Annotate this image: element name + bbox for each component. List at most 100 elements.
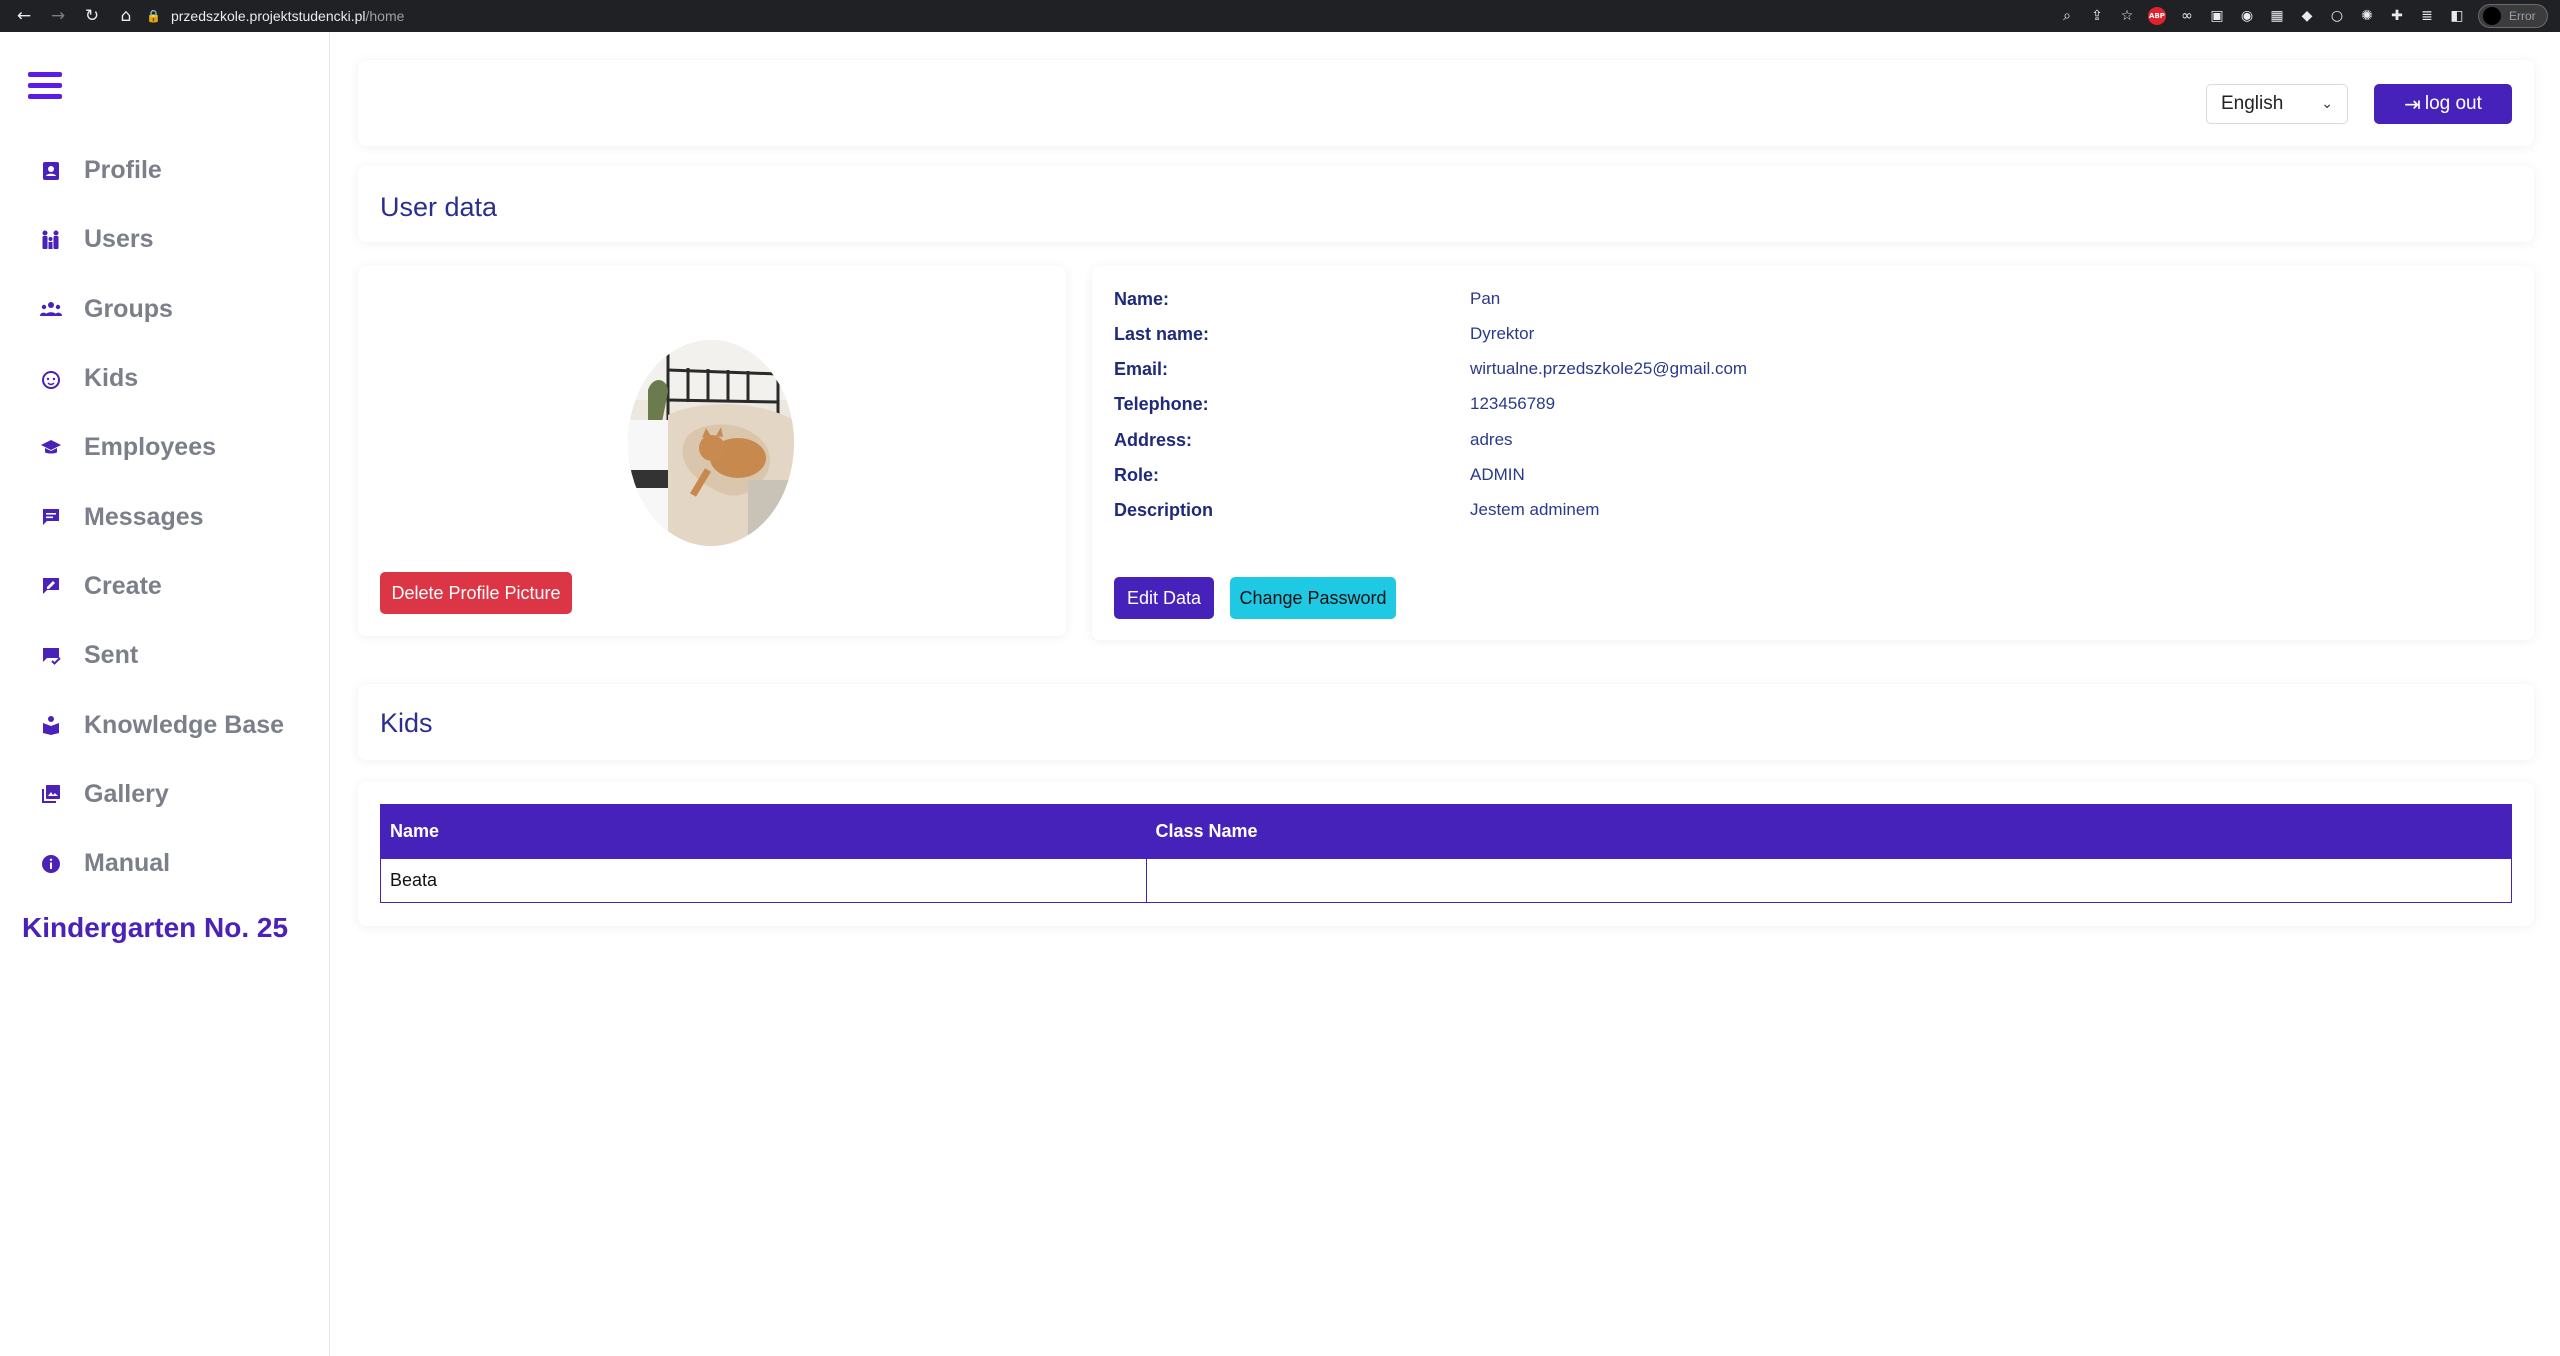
sidebar-item-create[interactable]: Create [0, 552, 330, 621]
info-icon [40, 853, 62, 875]
language-value: English [2221, 93, 2284, 114]
home-icon[interactable]: ⌂ [112, 6, 140, 26]
edit-data-button[interactable]: Edit Data [1114, 577, 1214, 619]
kids-header: Kids [358, 684, 2534, 760]
sidebar-item-label: Knowledge Base [84, 710, 285, 739]
kids-table: Name Class Name Beata [380, 804, 2512, 903]
field-label: Role: [1114, 464, 1159, 485]
sidebar-menu: Profile Users Groups Kids Employees Mess… [0, 136, 330, 898]
table-row[interactable]: Beata [380, 858, 2512, 903]
kids-icon [40, 368, 62, 390]
logout-label: log out [2424, 93, 2482, 114]
user-info-card: Name: Pan Last name: Dyrektor Email: wir… [1092, 266, 2534, 640]
info-row-description: Description Jestem adminem [1114, 495, 1599, 525]
sidebar-item-manual[interactable]: Manual [0, 829, 330, 898]
sidebar-item-users[interactable]: Users [0, 205, 330, 274]
profile-icon [40, 160, 62, 182]
users-icon [40, 229, 62, 251]
sidebar-item-gallery[interactable]: Gallery [0, 760, 330, 829]
profile-status-label: Error [2509, 9, 2536, 23]
sent-icon [40, 645, 62, 667]
hamburger-menu-icon[interactable] [28, 72, 62, 100]
sidebar-item-messages[interactable]: Messages [0, 482, 330, 551]
profile-picture-card: Delete Profile Picture [358, 266, 1066, 636]
extension-react-icon[interactable]: ✺ [2358, 7, 2376, 25]
info-row-email: Email: wirtualne.przedszkole25@gmail.com [1114, 354, 1747, 384]
sidebar-item-label: Sent [84, 641, 139, 670]
extension-grid-icon[interactable]: ▦ [2268, 7, 2286, 25]
extension-counter-icon[interactable]: ▣ [2208, 7, 2226, 25]
groups-icon [40, 298, 62, 320]
field-value: Pan [1470, 289, 1501, 308]
page-title: User data [380, 192, 498, 222]
sidebar-item-employees[interactable]: Employees [0, 413, 330, 482]
avatar [2483, 7, 2501, 25]
extension-circle-icon[interactable]: ◉ [2238, 7, 2256, 25]
profile-picture [628, 340, 794, 546]
extension-glasses-icon[interactable]: ∞ [2178, 7, 2196, 25]
gallery-icon [40, 783, 62, 805]
sidebar-item-label: Profile [84, 156, 162, 185]
extension-ring-icon[interactable]: ○ [2328, 7, 2346, 25]
logout-icon: ⇥ [2404, 92, 2421, 116]
bookmark-star-icon[interactable]: ☆ [2118, 7, 2136, 25]
column-header-name: Name [380, 804, 1147, 859]
sidebar-item-sent[interactable]: Sent [0, 621, 330, 690]
sidebar-item-knowledge-base[interactable]: Knowledge Base [0, 690, 330, 759]
sidebar-item-label: Gallery [84, 779, 169, 808]
url-path: /home [365, 8, 405, 24]
zoom-icon[interactable]: ⌕ [2058, 7, 2076, 25]
kids-table-card: Name Class Name Beata [358, 782, 2534, 926]
address-bar[interactable]: 🔒 przedszkole.projektstudencki.pl/home [146, 4, 2026, 28]
knowledge-base-icon [40, 714, 62, 736]
brand-name: Kindergarten No. 25 [22, 912, 289, 943]
field-value: ADMIN [1470, 465, 1525, 484]
sidebar: Profile Users Groups Kids Employees Mess… [0, 32, 330, 1356]
employees-icon [40, 437, 62, 459]
delete-profile-picture-button[interactable]: Delete Profile Picture [380, 572, 572, 614]
sidebar-item-label: Create [84, 571, 162, 600]
profile-error-chip[interactable]: Error [2478, 4, 2548, 28]
info-row-telephone: Telephone: 123456789 [1114, 389, 1555, 419]
info-row-role: Role: ADMIN [1114, 460, 1525, 490]
field-label: Last name: [1114, 323, 1210, 344]
field-value: Jestem adminem [1470, 500, 1600, 519]
sidebar-item-label: Users [84, 225, 154, 254]
chevron-down-icon: ⌄ [2321, 96, 2333, 112]
table-cell-class-name [1146, 858, 2512, 903]
field-label: Description [1114, 499, 1214, 520]
info-row-name: Name: Pan [1114, 284, 1500, 314]
side-panel-icon[interactable]: ◧ [2448, 7, 2466, 25]
kids-section-title: Kids [380, 708, 433, 738]
table-cell-name: Beata [380, 858, 1147, 903]
sidebar-item-label: Kids [84, 364, 139, 393]
language-select[interactable]: English ⌄ [2206, 84, 2348, 124]
lock-icon: 🔒 [146, 9, 161, 23]
back-icon[interactable]: ← [10, 6, 38, 26]
extension-shield-icon[interactable]: ◆ [2298, 7, 2316, 25]
sidebar-item-kids[interactable]: Kids [0, 344, 330, 413]
reading-list-icon[interactable]: ≣ [2418, 7, 2436, 25]
logout-button[interactable]: ⇥ log out [2374, 84, 2512, 124]
field-value: wirtualne.przedszkole25@gmail.com [1470, 359, 1748, 378]
reload-icon[interactable]: ↻ [78, 6, 106, 26]
field-label: Name: [1114, 288, 1170, 309]
change-password-button[interactable]: Change Password [1230, 577, 1396, 619]
sidebar-item-label: Messages [84, 502, 204, 531]
field-label: Telephone: [1114, 393, 1209, 414]
messages-icon [40, 506, 62, 528]
info-row-address: Address: adres [1114, 425, 1513, 455]
sidebar-item-groups[interactable]: Groups [0, 275, 330, 344]
extensions-puzzle-icon[interactable]: ✚ [2388, 7, 2406, 25]
field-value: Dyrektor [1470, 324, 1535, 343]
info-row-last-name: Last name: Dyrektor [1114, 319, 1534, 349]
sidebar-item-profile[interactable]: Profile [0, 136, 330, 205]
share-icon[interactable]: ⇪ [2088, 7, 2106, 25]
field-label: Email: [1114, 358, 1169, 379]
sidebar-item-label: Manual [84, 849, 171, 878]
browser-toolbar: ← → ↻ ⌂ 🔒 przedszkole.projektstudencki.p… [0, 0, 2560, 32]
field-value: 123456789 [1470, 394, 1556, 413]
table-header-row: Name Class Name [380, 804, 2512, 859]
adblock-icon[interactable]: ABP [2148, 7, 2166, 25]
forward-icon[interactable]: → [44, 6, 72, 26]
